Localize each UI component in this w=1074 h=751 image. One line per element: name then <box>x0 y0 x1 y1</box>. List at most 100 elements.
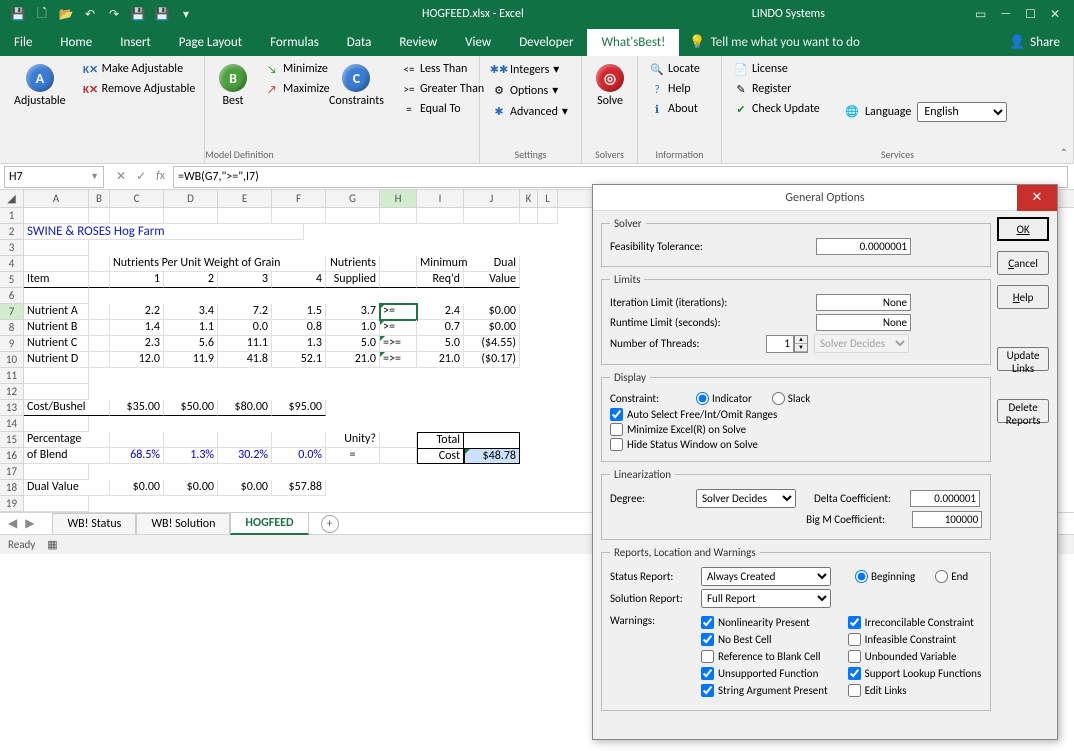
share-button[interactable]: 👤Share <box>995 29 1074 56</box>
row-7[interactable]: 7 <box>0 304 24 320</box>
active-cell[interactable]: >= <box>380 304 417 320</box>
unsup-checkbox[interactable] <box>701 667 714 680</box>
tab-whatsbest[interactable]: What'sBest! <box>587 29 679 56</box>
less-than-button[interactable]: <=Less Than <box>398 60 488 78</box>
select-all[interactable]: ◢ <box>0 190 24 208</box>
make-adjustable-button[interactable]: K✕Make Adjustable <box>80 60 200 78</box>
row-9[interactable]: 9 <box>0 336 24 352</box>
qat-redo-icon[interactable]: ↷ <box>106 6 122 22</box>
auto-select-checkbox[interactable] <box>610 408 623 421</box>
enter-formula-icon[interactable]: ✓ <box>136 169 146 184</box>
col-L[interactable]: L <box>538 190 558 207</box>
col-I[interactable]: I <box>417 190 464 207</box>
threads-mode-select[interactable]: Solver Decides <box>814 334 909 353</box>
ribbon-display-icon[interactable]: ▭ <box>975 7 986 22</box>
row-16[interactable]: 16 <box>0 448 24 464</box>
row-10[interactable]: 10 <box>0 352 24 368</box>
add-sheet-button[interactable]: + <box>321 515 339 533</box>
tab-data[interactable]: Data <box>333 29 386 56</box>
tab-file[interactable]: File <box>0 29 46 56</box>
tab-developer[interactable]: Developer <box>505 29 587 56</box>
dialog-help-button[interactable]: Help <box>997 285 1049 309</box>
advanced-button[interactable]: ✱Advanced ▾ <box>488 102 572 121</box>
update-links-button[interactable]: Update Links <box>997 347 1049 371</box>
threads-spinner[interactable]: ▲▼ <box>766 335 808 353</box>
string-checkbox[interactable] <box>701 684 714 697</box>
row-14[interactable]: 14 <box>0 416 24 432</box>
nonlin-checkbox[interactable] <box>701 616 714 629</box>
col-B[interactable]: B <box>89 190 110 207</box>
col-H[interactable]: H <box>380 190 417 207</box>
indicator-radio[interactable] <box>696 392 709 405</box>
end-radio[interactable] <box>935 570 948 583</box>
tell-me-search[interactable]: 💡Tell me what you want to do <box>679 29 870 56</box>
degree-select[interactable]: Solver Decides <box>696 489 796 508</box>
hide-status-checkbox[interactable] <box>610 438 623 451</box>
constraints-button[interactable]: C Constraints <box>323 60 390 161</box>
beginning-radio[interactable] <box>855 570 868 583</box>
row-13[interactable]: 13 <box>0 400 24 416</box>
cancel-button[interactable]: Cancel <box>997 251 1049 275</box>
tab-formulas[interactable]: Formulas <box>256 29 333 56</box>
editlinks-checkbox[interactable] <box>848 684 861 697</box>
language-select[interactable]: English <box>917 102 1007 122</box>
col-E[interactable]: E <box>218 190 272 207</box>
row-19[interactable]: 19 <box>0 496 24 512</box>
options-button[interactable]: ⚙Options ▾ <box>488 81 572 100</box>
row-1[interactable]: 1 <box>0 208 24 224</box>
cell-title[interactable]: SWINE & ROSES Hog Farm <box>24 224 304 240</box>
check-update-button[interactable]: ✔Check Update <box>730 100 824 118</box>
solution-report-select[interactable]: Full Report <box>701 589 831 608</box>
row-17[interactable]: 17 <box>0 464 24 480</box>
tab-view[interactable]: View <box>451 29 505 56</box>
status-report-select[interactable]: Always Created <box>701 567 831 586</box>
row-18[interactable]: 18 <box>0 480 24 496</box>
unbound-checkbox[interactable] <box>848 650 861 663</box>
lookup-checkbox[interactable] <box>848 667 861 680</box>
nobest-checkbox[interactable] <box>701 633 714 646</box>
close-icon[interactable]: ✕ <box>1050 7 1060 22</box>
spin-down-icon[interactable]: ▼ <box>795 344 807 352</box>
macro-icon[interactable]: ▦ <box>47 538 57 551</box>
row-12[interactable]: 12 <box>0 384 24 400</box>
bigm-input[interactable] <box>912 511 982 528</box>
tab-home[interactable]: Home <box>46 29 106 56</box>
col-G[interactable]: G <box>326 190 380 207</box>
irrec-checkbox[interactable] <box>848 616 861 629</box>
greater-than-button[interactable]: >=Greater Than <box>398 80 488 98</box>
license-button[interactable]: 📄License <box>730 60 824 78</box>
row-3[interactable]: 3 <box>0 240 24 256</box>
ok-button[interactable]: OK <box>997 217 1049 241</box>
fx-icon[interactable]: fx <box>156 169 165 184</box>
integers-button[interactable]: ✱✱Integers ▾ <box>488 60 572 79</box>
row-11[interactable]: 11 <box>0 368 24 384</box>
name-box[interactable]: H7▼ <box>4 166 104 188</box>
col-C[interactable]: C <box>110 190 164 207</box>
solve-button[interactable]: ◎ Solve <box>590 60 630 161</box>
register-button[interactable]: ✎Register <box>730 80 824 98</box>
sheet-prev-icon[interactable]: ◀ <box>8 516 17 531</box>
dialog-close-button[interactable]: ✕ <box>1017 185 1057 211</box>
locate-button[interactable]: 🔍Locate <box>646 60 704 78</box>
feas-tol-input[interactable] <box>816 238 911 255</box>
cancel-formula-icon[interactable]: ✕ <box>116 169 126 184</box>
dialog-title-bar[interactable]: General Options ✕ <box>593 185 1057 211</box>
equal-to-button[interactable]: =Equal To <box>398 100 488 118</box>
col-A[interactable]: A <box>24 190 89 207</box>
tab-review[interactable]: Review <box>385 29 451 56</box>
row-5[interactable]: 5 <box>0 272 24 288</box>
delete-reports-button[interactable]: Delete Reports <box>997 399 1049 423</box>
refblank-checkbox[interactable] <box>701 650 714 663</box>
about-button[interactable]: ℹAbout <box>646 100 704 118</box>
best-button[interactable]: B Best <box>213 60 253 161</box>
iter-limit-input[interactable] <box>816 294 911 311</box>
qat-save-icon[interactable]: 💾 <box>10 6 26 22</box>
sheet-tab-hogfeed[interactable]: HOGFEED <box>230 512 308 535</box>
qat-saveas-icon[interactable]: 💾 <box>130 6 146 22</box>
sheet-tab-solution[interactable]: WB! Solution <box>136 513 230 534</box>
tab-insert[interactable]: Insert <box>106 29 165 56</box>
help-button[interactable]: ?Help <box>646 80 704 98</box>
row-15[interactable]: 15 <box>0 432 24 448</box>
delta-input[interactable] <box>910 490 980 507</box>
runtime-limit-input[interactable] <box>816 314 911 331</box>
